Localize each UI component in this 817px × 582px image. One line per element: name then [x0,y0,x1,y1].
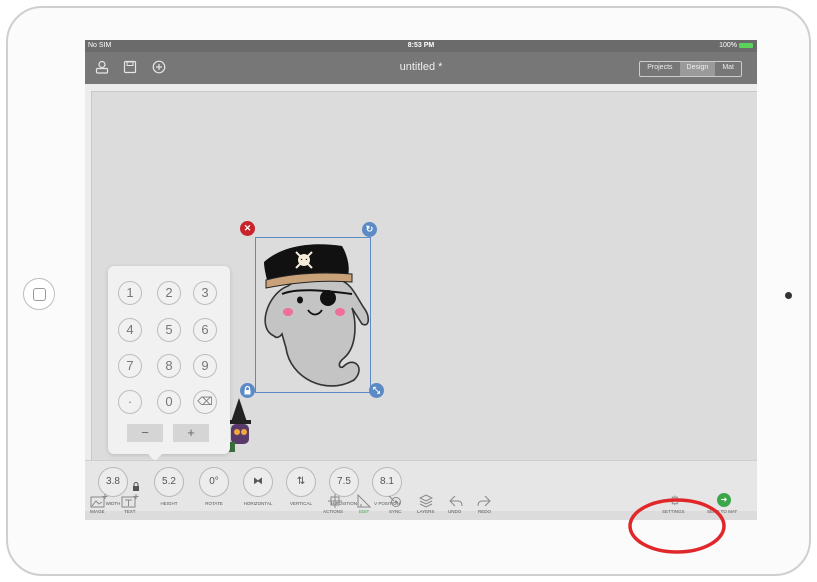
battery-text: 100% [719,42,737,49]
redo-label: REDO [478,509,492,514]
app-screen: No SIM 8:53 PM 100% untitled * Projects … [85,40,757,520]
layers-label: LAYERS [417,509,435,514]
edit-label: EDIT [359,509,370,514]
actions-label: ACTIONS [323,509,344,514]
battery-icon [739,42,753,48]
tab-projects[interactable]: Projects [640,62,679,76]
backspace-key-icon[interactable]: ⌫ [193,390,217,414]
numeric-keypad: 1 2 3 4 5 6 7 8 9 · 0 ⌫ − + [108,266,230,461]
vertical-ruler [85,91,92,461]
resize-handle-icon[interactable]: ⤡ [369,383,384,398]
width-field[interactable]: 3.8 [98,467,128,497]
delete-handle-icon[interactable]: ✕ [240,221,255,236]
horizontal-label: HORIZONTAL [243,501,273,506]
h-position-field[interactable]: 7.5 [329,467,359,497]
plus-key[interactable]: + [173,424,209,442]
tab-design[interactable]: Design [679,62,716,76]
ghost-pirate-image[interactable] [256,238,370,392]
undo-label: UNDO [448,509,462,514]
view-tabs: Projects Design Mat [639,61,742,77]
clock: 8:53 PM [407,42,435,49]
tab-mat[interactable]: Mat [715,62,741,76]
lock-handle-icon[interactable] [240,383,255,398]
key-2[interactable]: 2 [157,281,181,305]
key-1[interactable]: 1 [118,281,142,305]
status-bar: No SIM 8:53 PM 100% [85,40,757,52]
home-button[interactable] [23,278,55,310]
rotate-field[interactable]: 0° [199,467,229,497]
battery-indicator: 100% [719,42,753,49]
key-9[interactable]: 9 [193,354,217,378]
minus-key[interactable]: − [127,424,163,442]
image-label: IMAGE [90,509,105,514]
key-decimal[interactable]: · [118,390,142,414]
sync-label: SYNC [389,509,402,514]
flip-vertical-icon[interactable]: ⇅ [286,467,316,497]
top-toolbar: untitled * Projects Design Mat [85,52,757,84]
key-0[interactable]: 0 [157,390,181,414]
rotate-handle-icon[interactable]: ↻ [362,222,377,237]
flip-horizontal-icon[interactable]: ⧓ [243,467,273,497]
front-camera [785,292,792,299]
design-canvas[interactable]: ✕ ↻ ⤡ 1 2 3 4 5 6 7 8 9 · 0 ⌫ − + [92,92,757,461]
height-field[interactable]: 5.2 [154,467,184,497]
horizontal-ruler [85,84,757,92]
key-7[interactable]: 7 [118,354,142,378]
key-4[interactable]: 4 [118,318,142,342]
text-label: TEXT [124,509,136,514]
height-label: HEIGHT [160,501,178,506]
key-6[interactable]: 6 [193,318,217,342]
key-3[interactable]: 3 [193,281,217,305]
rotate-label: ROTATE [205,501,223,506]
key-5[interactable]: 5 [157,318,181,342]
key-8[interactable]: 8 [157,354,181,378]
v-position-field[interactable]: 8.1 [372,467,402,497]
vertical-label: VERTICAL [290,501,312,506]
selection-box[interactable] [255,237,371,393]
annotation-circle [628,498,726,554]
